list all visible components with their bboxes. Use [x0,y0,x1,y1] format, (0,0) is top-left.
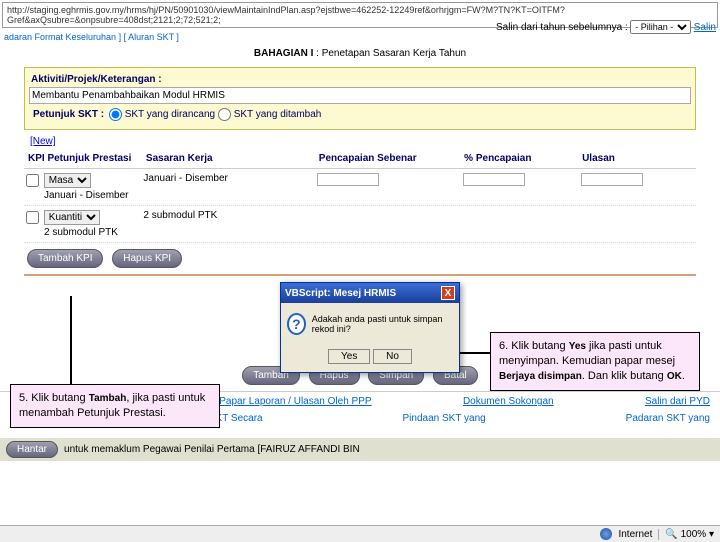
col-pencapaian-sebenar: Pencapaian Sebenar [315,149,460,168]
status-bar: Internet 🔍 100% ▾ [0,525,720,542]
col-kpi: KPI Petunjuk Prestasi [24,149,142,168]
callout-arrow [70,296,72,384]
col-percent: % Pencapaian [460,149,578,168]
kpi-select[interactable]: Masa [44,173,91,188]
kpi-button-row: Tambah KPI Hapus KPI [24,249,696,268]
no-button[interactable]: No [373,349,412,364]
confirm-dialog: VBScript: Mesej HRMIS X ? Adakah anda pa… [280,282,460,373]
close-icon[interactable]: X [441,286,455,300]
callout-step-5: 5. Klik butang Tambah, jika pasti untuk … [10,384,220,428]
zoom-indicator[interactable]: 🔍 100% ▾ [658,529,714,540]
hantar-text: untuk memaklum Pegawai Penilai Pertama [… [64,444,360,455]
table-row: Masa Januari - Disember Januari - Disemb… [24,169,696,206]
col-sasaran: Sasaran Kerja [142,149,315,168]
salin-link[interactable]: Salin [694,22,716,33]
dialog-message: Adakah anda pasti untuk simpan rekod ini… [312,314,453,334]
new-link[interactable]: [New] [30,136,56,147]
year-select[interactable]: - Pilihan - [630,20,691,34]
kpi-grid-header: KPI Petunjuk Prestasi Sasaran Kerja Penc… [24,149,696,169]
status-internet: Internet [618,529,652,540]
footer-col-b[interactable]: Pindaan SKT yang [403,413,486,424]
activity-panel: Aktiviti/Projek/Keterangan : Petunjuk SK… [24,67,696,130]
footer-col-c[interactable]: Padaran SKT yang [626,413,710,424]
actual-input[interactable] [317,173,379,186]
row-checkbox[interactable] [26,174,39,187]
radio-dirancang-label: SKT yang dirancang [125,109,215,120]
dialog-titlebar: VBScript: Mesej HRMIS X [281,283,459,303]
hantar-button[interactable]: Hantar [6,441,58,458]
tambah-kpi-button[interactable]: Tambah KPI [27,249,103,268]
petunjuk-skt-label: Petunjuk SKT : [31,107,106,122]
activity-label: Aktiviti/Projek/Keterangan : [29,72,691,87]
globe-icon [600,528,612,540]
radio-dirancang[interactable] [109,108,122,121]
table-row: Kuantiti 2 submodul PTK 2 submodul PTK [24,206,696,243]
row-subtext: Januari - Disember [44,190,139,201]
bahagian-title: : Penetapan Sasaran Kerja Tahun [316,48,466,59]
dialog-title-text: VBScript: Mesej HRMIS [285,288,396,299]
activity-input[interactable] [29,87,691,104]
hapus-kpi-button[interactable]: Hapus KPI [112,249,182,268]
section-header: BAHAGIAN I : Penetapan Sasaran Kerja Tah… [0,44,720,63]
footer-link-dokumen[interactable]: Dokumen Sokongan [463,396,554,407]
col-ulasan: Ulasan [578,149,696,168]
divider [24,274,696,276]
question-icon: ? [287,313,306,335]
kpi-select[interactable]: Kuantiti [44,210,100,225]
row-target: Januari - Disember [141,171,315,186]
footer-link-salin[interactable]: Salin dari PYD [645,396,710,407]
copy-year-controls: Salin dari tahun sebelumnya : - Pilihan … [496,20,716,34]
row-target: 2 submodul PTK [141,208,315,223]
radio-ditambah-label: SKT yang ditambah [234,109,322,120]
callout-step-6: 6. Klik butang Yes jika pasti untuk meny… [490,332,700,391]
row-checkbox[interactable] [26,211,39,224]
copy-year-label: Salin dari tahun sebelumnya : [496,22,628,33]
bahagian-label: BAHAGIAN I [254,48,313,59]
hantar-band: Hantar untuk memaklum Pegawai Penilai Pe… [0,438,720,461]
row-subtext: 2 submodul PTK [44,227,139,238]
yes-button[interactable]: Yes [328,349,370,364]
ulasan-input[interactable] [581,173,643,186]
skt-indicator-row: Petunjuk SKT : SKT yang dirancang SKT ya… [29,104,691,125]
radio-ditambah[interactable] [218,108,231,121]
footer-link-ppp[interactable]: Papar Laporan / Ulasan Oleh PPP [219,396,371,407]
percent-input[interactable] [463,173,525,186]
